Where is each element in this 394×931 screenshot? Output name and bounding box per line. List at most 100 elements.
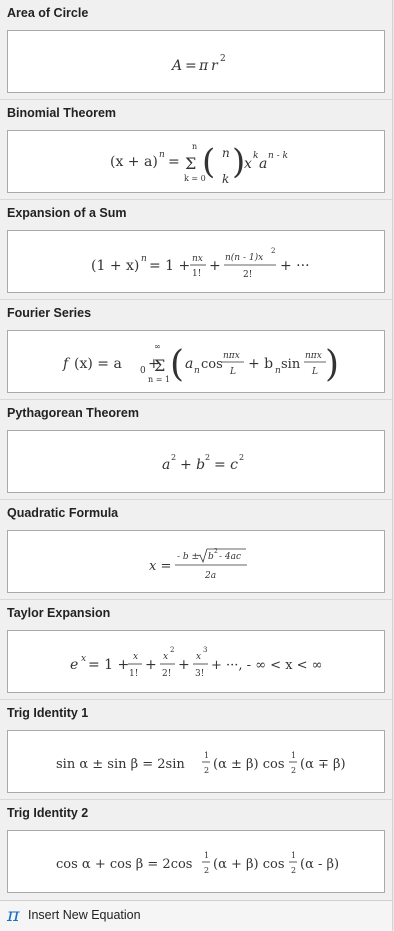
svg-text:e: e <box>70 657 78 673</box>
svg-text:a: a <box>185 356 193 372</box>
svg-text:2: 2 <box>220 54 226 64</box>
section-quadratic-formula: Quadratic Formula x = - b ± b 2 - 4ac 2a <box>0 500 392 600</box>
svg-text:2: 2 <box>171 453 176 462</box>
svg-text:a: a <box>162 457 170 473</box>
equation-taylor-expansion[interactable]: e x = 1 + x 1! + x 2 2! + x 3 3! + ···, … <box>7 630 385 693</box>
svg-text:): ) <box>325 344 339 385</box>
svg-text:2!: 2! <box>243 270 252 280</box>
svg-text:cos α + cos β = 2cos: cos α + cos β = 2cos <box>56 857 192 872</box>
svg-text:(: ( <box>202 142 215 182</box>
equation-render: sin α ± sin β = 2sin 1 2 (α ± β) cos 1 2… <box>56 751 346 775</box>
equation-render: f (x) = a 0 + ∞ Σ n = 1 ( a n cos nπx L … <box>62 342 339 385</box>
insert-new-equation-button[interactable]: π Insert New Equation <box>0 900 392 931</box>
svg-text:π: π <box>198 58 209 74</box>
svg-text:n: n <box>194 366 200 376</box>
svg-text:+: + <box>178 657 190 673</box>
svg-text:2: 2 <box>204 866 209 875</box>
svg-text:3: 3 <box>203 646 207 654</box>
svg-text:Σ: Σ <box>185 154 196 173</box>
equation-render: A = π r 2 <box>170 54 226 74</box>
svg-text:2!: 2! <box>162 669 171 679</box>
svg-text:(α + β) cos: (α + β) cos <box>213 857 285 872</box>
svg-text:1: 1 <box>291 851 296 860</box>
svg-text:2: 2 <box>271 247 275 255</box>
svg-text:(x) = a: (x) = a <box>74 356 122 372</box>
svg-text:n: n <box>222 146 230 160</box>
svg-text:2a: 2a <box>204 571 216 581</box>
section-fourier-series: Fourier Series f (x) = a 0 + ∞ Σ n = 1 (… <box>0 300 392 400</box>
svg-text:L: L <box>311 367 318 377</box>
section-title: Pythagorean Theorem <box>7 406 139 420</box>
svg-text:2: 2 <box>170 646 174 654</box>
section-title: Expansion of a Sum <box>7 206 127 220</box>
equation-render: a 2 + b 2 = c 2 <box>162 453 244 473</box>
svg-text:x: x <box>244 156 252 172</box>
equation-expansion-of-a-sum[interactable]: (1 + x) n = 1 + nx 1! + n(n - 1)x 2 2! +… <box>7 230 385 293</box>
svg-text:+ ···: + ··· <box>280 258 310 274</box>
svg-text:A: A <box>170 58 182 74</box>
section-trig-identity-2: Trig Identity 2 cos α + cos β = 2cos 1 2… <box>0 800 392 900</box>
equation-render: e x = 1 + x 1! + x 2 2! + x 3 3! + ···, … <box>70 646 323 679</box>
equation-fourier-series[interactable]: f (x) = a 0 + ∞ Σ n = 1 ( a n cos nπx L … <box>7 330 385 393</box>
svg-text:1!: 1! <box>192 269 201 279</box>
svg-text:L: L <box>229 367 236 377</box>
svg-text:sin: sin <box>281 357 301 372</box>
svg-text:x =: x = <box>149 559 171 574</box>
svg-text:=: = <box>168 154 180 170</box>
section-title: Binomial Theorem <box>7 106 117 120</box>
equation-render: cos α + cos β = 2cos 1 2 (α + β) cos 1 2… <box>56 851 339 875</box>
section-title: Area of Circle <box>7 6 89 20</box>
equation-render: (x + a) n = n Σ k = 0 ( n k ) x k a n - … <box>110 142 288 186</box>
svg-text:(1 + x): (1 + x) <box>91 258 139 274</box>
svg-text:3!: 3! <box>195 669 204 679</box>
svg-text:nπx: nπx <box>223 351 240 361</box>
svg-text:(x + a): (x + a) <box>110 154 158 170</box>
svg-text:x: x <box>196 652 201 662</box>
svg-text:a: a <box>259 156 267 172</box>
equation-gallery-panel: Area of Circle A = π r 2 Binomial Theore… <box>0 0 393 931</box>
equation-pythagorean-theorem[interactable]: a 2 + b 2 = c 2 <box>7 430 385 493</box>
svg-text:+ b: + b <box>180 457 205 473</box>
equation-quadratic-formula[interactable]: x = - b ± b 2 - 4ac 2a <box>7 530 385 593</box>
svg-text:n: n <box>159 150 165 160</box>
svg-text:1!: 1! <box>129 669 138 679</box>
section-title: Taylor Expansion <box>7 606 111 620</box>
section-trig-identity-1: Trig Identity 1 sin α ± sin β = 2sin 1 2… <box>0 700 392 800</box>
svg-text:n - k: n - k <box>268 151 288 161</box>
section-title: Fourier Series <box>7 306 92 320</box>
svg-text:n: n <box>192 142 197 151</box>
svg-text:= c: = c <box>214 457 238 473</box>
svg-text:∞: ∞ <box>154 342 161 351</box>
svg-text:- 4ac: - 4ac <box>219 552 241 562</box>
svg-text:Σ: Σ <box>154 356 165 375</box>
equation-trig-identity-2[interactable]: cos α + cos β = 2cos 1 2 (α + β) cos 1 2… <box>7 830 385 893</box>
svg-text:k: k <box>253 151 258 161</box>
svg-text:nπx: nπx <box>305 351 322 361</box>
svg-text:0: 0 <box>140 366 146 376</box>
pi-icon: π <box>7 904 20 926</box>
svg-text:(α ± β) cos: (α ± β) cos <box>213 757 285 772</box>
svg-text:cos: cos <box>201 357 223 372</box>
svg-text:1: 1 <box>291 751 296 760</box>
svg-text:(: ( <box>170 344 184 385</box>
svg-text:+ b: + b <box>248 356 273 372</box>
svg-text:nx: nx <box>192 254 203 264</box>
equation-binomial-theorem[interactable]: (x + a) n = n Σ k = 0 ( n k ) x k a n - … <box>7 130 385 193</box>
svg-text:- b ±: - b ± <box>177 552 199 562</box>
svg-text:f: f <box>62 356 71 372</box>
svg-text:=: = <box>185 58 197 74</box>
svg-text:2: 2 <box>214 548 218 555</box>
svg-text:x: x <box>133 652 138 662</box>
svg-text:2: 2 <box>205 453 210 462</box>
svg-text:+ ···, - ∞ < x < ∞: + ···, - ∞ < x < ∞ <box>211 658 323 673</box>
svg-text:+: + <box>145 657 157 673</box>
svg-text:n: n <box>141 254 147 264</box>
section-binomial-theorem: Binomial Theorem (x + a) n = n Σ k = 0 (… <box>0 100 392 200</box>
equation-trig-identity-1[interactable]: sin α ± sin β = 2sin 1 2 (α ± β) cos 1 2… <box>7 730 385 793</box>
section-pythagorean-theorem: Pythagorean Theorem a 2 + b 2 = c 2 <box>0 400 392 500</box>
section-title: Trig Identity 1 <box>7 706 89 720</box>
section-area-of-circle: Area of Circle A = π r 2 <box>0 0 392 100</box>
equation-area-of-circle[interactable]: A = π r 2 <box>7 30 385 93</box>
svg-text:x: x <box>163 652 168 662</box>
section-title: Quadratic Formula <box>7 506 119 520</box>
